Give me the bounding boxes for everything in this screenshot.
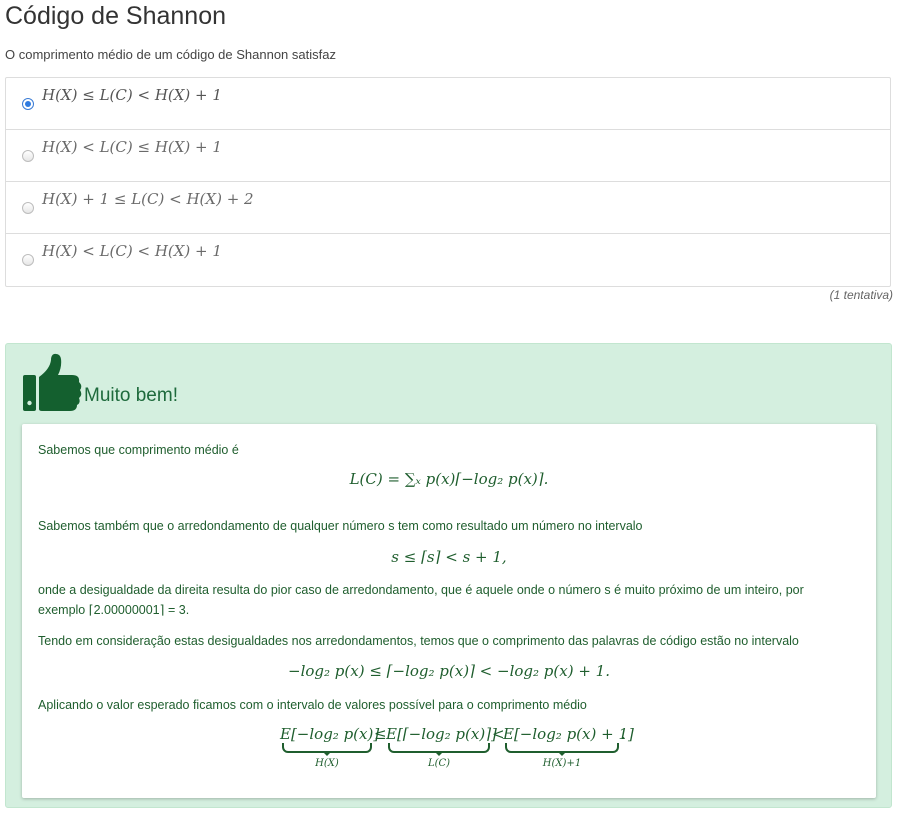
option-4-label: H(X) < L(C) < H(X) + 1: [42, 242, 222, 260]
radio-option-2[interactable]: [22, 149, 34, 162]
explanation-p1: Sabemos que comprimento médio é: [38, 443, 239, 457]
underbrace: [388, 743, 490, 753]
page-title: Código de Shannon: [5, 2, 227, 30]
brace-group-hx: E[−log₂ p(x)] H(X): [280, 725, 380, 769]
equation-1: L(C) = ∑ₓ p(x)⌈−log₂ p(x)⌉.: [349, 470, 549, 488]
equation-end: .: [621, 725, 626, 743]
option-1-label: H(X) ≤ L(C) < H(X) + 1: [42, 85, 222, 104]
brace-group-lc: E[⌈−log₂ p(x)⌉] L(C): [386, 725, 497, 769]
underbrace: [282, 743, 372, 753]
feedback-title: Muito bem!: [84, 385, 178, 406]
explanation-p3: onde a desigualdade da direita resulta d…: [38, 583, 804, 617]
term-expected-ceil: E[⌈−log₂ p(x)⌉]: [386, 725, 497, 743]
underbrace-label-lc: L(C): [427, 758, 451, 769]
underbrace-label-hx1: H(X)+1: [542, 758, 582, 769]
equation-3: −log₂ p(x) ≤ ⌈−log₂ p(x)⌉ < −log₂ p(x) +…: [288, 662, 610, 680]
option-4[interactable]: H(X) < L(C) < H(X) + 1: [6, 234, 890, 286]
radio-option-3[interactable]: [22, 201, 34, 214]
relation-leq: ≤: [374, 725, 387, 743]
underbrace: [505, 743, 619, 753]
question-text: O comprimento médio de um código de Shan…: [5, 47, 336, 62]
option-3[interactable]: H(X) + 1 ≤ L(C) < H(X) + 2: [6, 182, 890, 234]
option-2-label: H(X) < L(C) ≤ H(X) + 1: [42, 137, 222, 156]
term-expected-log: E[−log₂ p(x)]: [280, 725, 380, 743]
underbrace-label-hx: H(X): [315, 758, 339, 769]
thumbs-up-icon: [23, 353, 82, 411]
term-expected-log-plus-one: E[−log₂ p(x) + 1]: [503, 725, 634, 743]
equation-2: s ≤ ⌈s⌉ < s + 1,: [391, 548, 507, 566]
option-2[interactable]: H(X) < L(C) ≤ H(X) + 1: [6, 130, 890, 182]
radio-option-1[interactable]: [22, 97, 34, 110]
answer-options: H(X) ≤ L(C) < H(X) + 1 H(X) < L(C) ≤ H(X…: [5, 77, 891, 287]
explanation-p4: Tendo em consideração estas desigualdade…: [38, 634, 799, 648]
option-3-label: H(X) + 1 ≤ L(C) < H(X) + 2: [42, 189, 254, 208]
option-1[interactable]: H(X) ≤ L(C) < H(X) + 1: [6, 78, 890, 130]
equation-4: E[−log₂ p(x)] H(X) ≤ E[⌈−log₂ p(x)⌉] L(C…: [22, 725, 876, 775]
brace-group-hx1: E[−log₂ p(x) + 1] H(X)+1: [503, 725, 634, 769]
attempt-count: (1 tentativa): [829, 288, 893, 302]
explanation-p5: Aplicando o valor esperado ficamos com o…: [38, 698, 587, 712]
explanation-p2: Sabemos também que o arredondamento de q…: [38, 519, 643, 533]
feedback-explanation: Sabemos que comprimento médio é L(C) = ∑…: [22, 424, 876, 798]
radio-option-4[interactable]: [22, 254, 34, 266]
feedback-panel: Muito bem! Sabemos que comprimento médio…: [5, 343, 892, 808]
